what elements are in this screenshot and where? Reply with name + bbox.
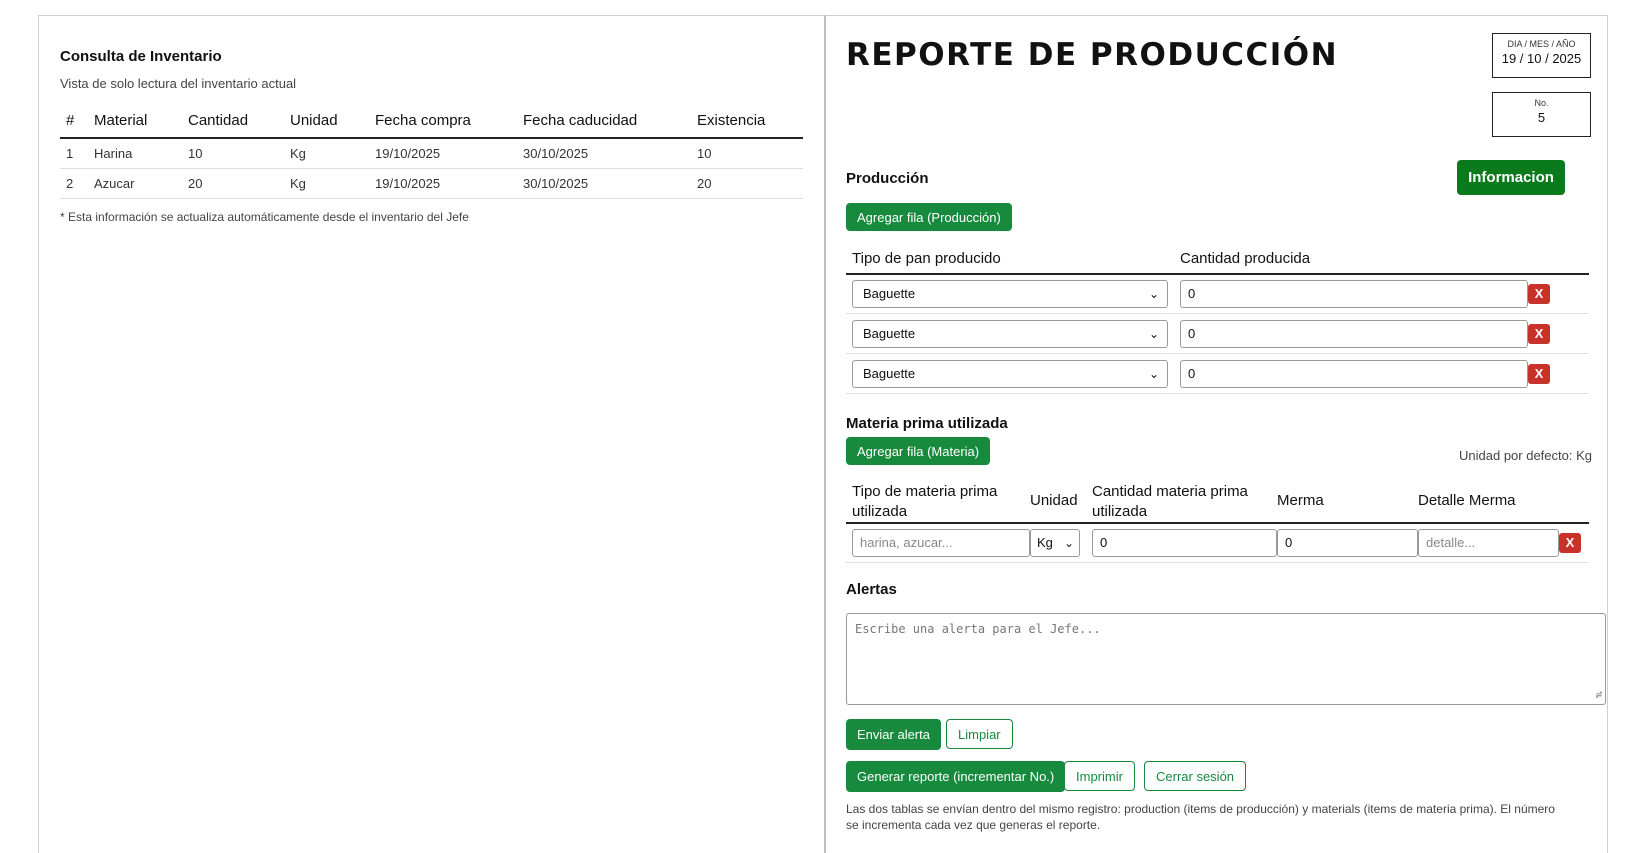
cell-existencia: 10 bbox=[691, 138, 803, 169]
cell-material: Azucar bbox=[88, 168, 182, 199]
materials-col-type-line2: utilizada bbox=[852, 503, 908, 520]
bread-type-select[interactable]: Baguette ⌄ bbox=[852, 320, 1168, 348]
panel-divider bbox=[824, 15, 826, 853]
default-unit-note: Unidad por defecto: Kg bbox=[1459, 448, 1592, 463]
bread-type-value: Baguette bbox=[863, 326, 916, 341]
bread-qty-input[interactable]: 0 bbox=[1180, 280, 1528, 308]
print-button[interactable]: Imprimir bbox=[1064, 761, 1135, 791]
inventory-header-row: # Material Cantidad Unidad Fecha compra … bbox=[60, 104, 803, 139]
info-button[interactable]: Informacion bbox=[1457, 160, 1565, 195]
row-divider bbox=[846, 393, 1589, 394]
chevron-down-icon: ⌄ bbox=[1063, 536, 1074, 550]
inventory-table: # Material Cantidad Unidad Fecha compra … bbox=[60, 104, 803, 199]
materials-header-rule bbox=[846, 522, 1589, 524]
cell-unidad: Kg bbox=[284, 168, 369, 199]
materials-col-type: Tipo de materia prima utilizada bbox=[852, 482, 997, 522]
bread-qty-input[interactable]: 0 bbox=[1180, 320, 1528, 348]
materials-col-qty-line2: utilizada bbox=[1092, 503, 1148, 520]
production-col-type: Tipo de pan producido bbox=[852, 250, 1001, 267]
bread-type-select[interactable]: Baguette ⌄ bbox=[852, 360, 1168, 388]
report-panel: REPORTE DE PRODUCCIÓN DIA / MES / AÑO 19… bbox=[846, 15, 1606, 853]
cell-fecha-compra: 19/10/2025 bbox=[369, 168, 517, 199]
inventory-title: Consulta de Inventario bbox=[60, 48, 222, 65]
material-type-input[interactable]: harina, azucar... bbox=[852, 529, 1030, 557]
col-cantidad: Cantidad bbox=[182, 104, 284, 139]
table-row: 1 Harina 10 Kg 19/10/2025 30/10/2025 10 bbox=[60, 138, 803, 169]
materials-col-unit: Unidad bbox=[1030, 492, 1078, 509]
cell-index: 2 bbox=[60, 168, 88, 199]
col-unidad: Unidad bbox=[284, 104, 369, 139]
production-col-qty: Cantidad producida bbox=[1180, 250, 1311, 267]
bread-type-value: Baguette bbox=[863, 366, 916, 381]
report-number-box: No. 5 bbox=[1492, 92, 1591, 137]
cell-cantidad: 20 bbox=[182, 168, 284, 199]
material-unit-value: Kg bbox=[1037, 535, 1053, 550]
remove-production-row-button[interactable]: X bbox=[1528, 364, 1550, 384]
date-label: DIA / MES / AÑO bbox=[1507, 39, 1576, 49]
chevron-down-icon: ⌄ bbox=[1148, 327, 1159, 341]
remove-material-row-button[interactable]: X bbox=[1559, 533, 1581, 553]
materials-col-qty-line1: Cantidad materia prima bbox=[1092, 483, 1248, 500]
date-value: 19 / 10 / 2025 bbox=[1501, 51, 1582, 66]
cell-material: Harina bbox=[88, 138, 182, 169]
bread-type-value: Baguette bbox=[863, 286, 916, 301]
cell-fecha-compra: 19/10/2025 bbox=[369, 138, 517, 169]
report-number-value: 5 bbox=[1537, 110, 1546, 125]
remove-production-row-button[interactable]: X bbox=[1528, 324, 1550, 344]
col-fecha-compra: Fecha compra bbox=[369, 104, 517, 139]
date-box: DIA / MES / AÑO 19 / 10 / 2025 bbox=[1492, 33, 1591, 78]
chevron-down-icon: ⌄ bbox=[1148, 287, 1159, 301]
material-qty-input[interactable]: 0 bbox=[1092, 529, 1277, 557]
inventory-subtitle: Vista de solo lectura del inventario act… bbox=[60, 76, 297, 91]
resize-grip-icon[interactable]: ≓ bbox=[1596, 690, 1602, 701]
cell-existencia: 20 bbox=[691, 168, 803, 199]
generate-report-button[interactable]: Generar reporte (incrementar No.) bbox=[846, 761, 1066, 792]
report-number-label: No. bbox=[1534, 98, 1549, 108]
row-divider bbox=[846, 562, 1589, 563]
clear-alert-button[interactable]: Limpiar bbox=[946, 719, 1013, 749]
cell-fecha-caducidad: 30/10/2025 bbox=[517, 168, 691, 199]
production-title: Producción bbox=[846, 170, 929, 187]
row-divider bbox=[846, 353, 1589, 354]
add-production-row-button[interactable]: Agregar fila (Producción) bbox=[846, 203, 1012, 231]
col-index: # bbox=[60, 104, 88, 139]
materials-col-detail: Detalle Merma bbox=[1418, 492, 1516, 509]
cell-cantidad: 10 bbox=[182, 138, 284, 169]
alert-placeholder: Escribe una alerta para el Jefe... bbox=[855, 622, 1101, 636]
alerts-title: Alertas bbox=[846, 581, 897, 598]
report-title: REPORTE DE PRODUCCIÓN bbox=[846, 37, 1339, 73]
add-material-row-button[interactable]: Agregar fila (Materia) bbox=[846, 437, 991, 465]
materials-col-qty: Cantidad materia prima utilizada bbox=[1092, 482, 1248, 522]
cell-unidad: Kg bbox=[284, 138, 369, 169]
inventory-note: * Esta información se actualiza automáti… bbox=[60, 210, 469, 224]
alert-textarea[interactable]: Escribe una alerta para el Jefe... ≓ bbox=[846, 613, 1606, 705]
remove-production-row-button[interactable]: X bbox=[1528, 284, 1550, 304]
col-fecha-caducidad: Fecha caducidad bbox=[517, 104, 691, 139]
bread-type-select[interactable]: Baguette ⌄ bbox=[852, 280, 1168, 308]
table-row: 2 Azucar 20 Kg 19/10/2025 30/10/2025 20 bbox=[60, 168, 803, 199]
cell-fecha-caducidad: 30/10/2025 bbox=[517, 138, 691, 169]
row-divider bbox=[846, 313, 1589, 314]
col-existencia: Existencia bbox=[691, 104, 803, 139]
logout-button[interactable]: Cerrar sesión bbox=[1144, 761, 1247, 791]
materials-col-merma: Merma bbox=[1277, 492, 1324, 509]
production-header-rule bbox=[846, 273, 1589, 275]
col-material: Material bbox=[88, 104, 182, 139]
materials-title: Materia prima utilizada bbox=[846, 415, 1008, 432]
chevron-down-icon: ⌄ bbox=[1148, 367, 1159, 381]
cell-index: 1 bbox=[60, 138, 88, 169]
merma-input[interactable]: 0 bbox=[1277, 529, 1418, 557]
footer-note: Las dos tablas se envían dentro del mism… bbox=[846, 802, 1555, 832]
merma-detail-input[interactable]: detalle... bbox=[1418, 529, 1559, 557]
send-alert-button[interactable]: Enviar alerta bbox=[846, 719, 941, 750]
material-unit-select[interactable]: Kg ⌄ bbox=[1030, 529, 1080, 557]
materials-col-type-line1: Tipo de materia prima bbox=[852, 483, 998, 500]
bread-qty-input[interactable]: 0 bbox=[1180, 360, 1528, 388]
